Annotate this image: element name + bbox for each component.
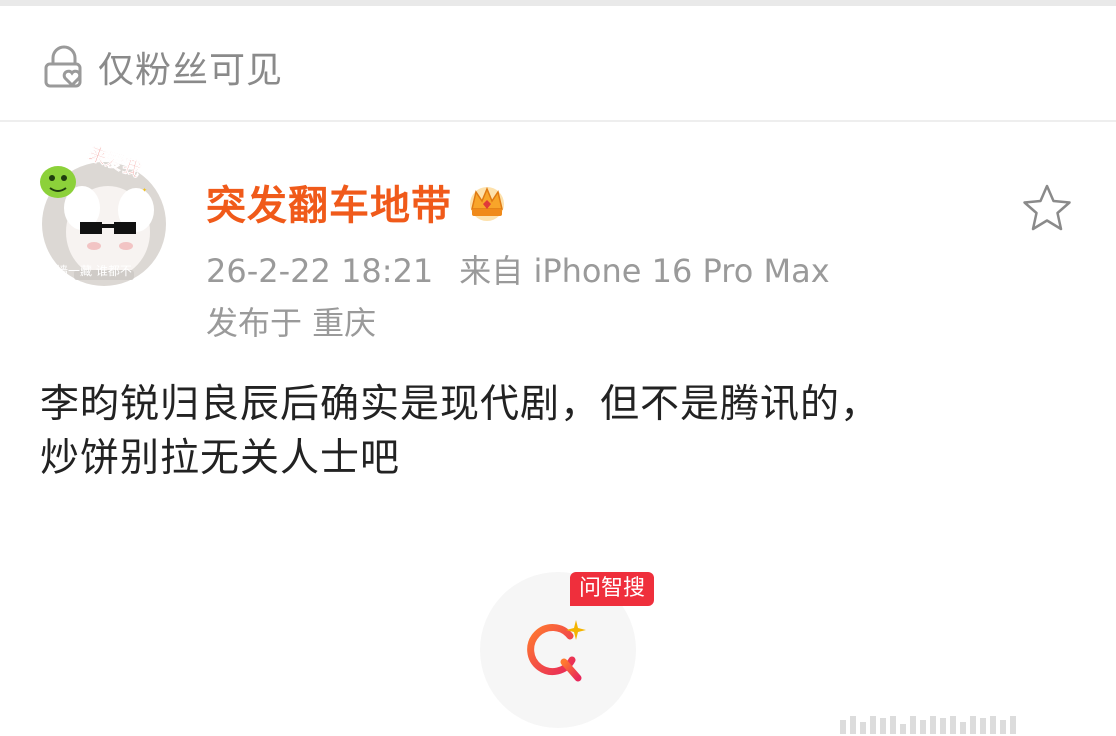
visibility-label: 仅粉丝可见 xyxy=(98,50,284,91)
author-name[interactable]: 突发翻车地带 xyxy=(206,173,452,231)
post-content: 李昀锐归良辰后确实是现代剧，但不是腾讯的， 炒饼别拉无关人士吧 xyxy=(40,378,1080,486)
post-timestamp: 26-2-22 18:21 xyxy=(206,252,434,290)
watermark xyxy=(840,712,1116,734)
avatar-caption: 墙一藏 谁都不 xyxy=(56,264,132,278)
star-icon[interactable] xyxy=(1018,180,1076,238)
smart-search-badge: 问智搜 xyxy=(570,572,655,606)
post-source: 来自 iPhone 16 Pro Max xyxy=(459,252,830,290)
post-location: 发布于 重庆 xyxy=(206,304,377,342)
crown-icon xyxy=(470,187,504,221)
lock-heart-icon xyxy=(44,45,82,88)
content-line: 李昀锐归良辰后确实是现代剧，但不是腾讯的， xyxy=(40,382,881,427)
content-line: 炒饼别拉无关人士吧 xyxy=(40,436,401,481)
divider xyxy=(0,120,1116,122)
smart-search-button[interactable]: 问智搜 xyxy=(480,572,655,732)
avatar-sparkle: ✦ xyxy=(142,187,147,194)
search-sparkle-icon xyxy=(527,620,586,682)
post-meta: 26-2-22 18:21 来自 iPhone 16 Pro Max xyxy=(206,246,830,292)
top-edge xyxy=(0,0,1116,6)
visibility-indicator: 仅粉丝可见 xyxy=(40,40,283,94)
author-row: 突发翻车地带 xyxy=(206,174,510,230)
